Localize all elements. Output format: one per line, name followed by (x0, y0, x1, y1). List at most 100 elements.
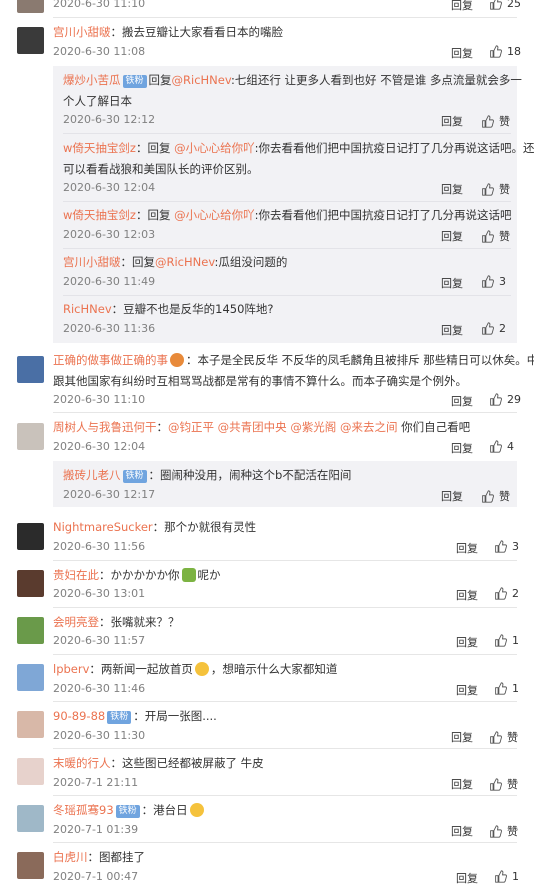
avatar[interactable] (17, 617, 44, 644)
like-button[interactable]: 3 (481, 275, 506, 288)
avatar[interactable] (17, 805, 44, 832)
username[interactable]: 正确的做事做正确的事 (53, 353, 168, 367)
mention-link[interactable]: @RicHNev (172, 73, 232, 87)
like-count: 赞 (499, 115, 510, 128)
comment-time: 2020-7-1 00:47 (53, 870, 139, 883)
username[interactable]: lpberv (53, 662, 89, 676)
comment-time: 2020-6-30 11:49 (63, 275, 156, 288)
comment-time: 2020-6-30 12:17 (63, 488, 156, 501)
like-button[interactable]: 赞 (489, 823, 518, 839)
reply-button[interactable]: 回复 (451, 823, 473, 839)
like-button[interactable]: 29 (489, 393, 521, 406)
avatar[interactable] (17, 0, 44, 13)
thumb-up-icon (490, 45, 502, 58)
mention-link[interactable]: @小心心给你吖 (174, 208, 255, 222)
like-button[interactable]: 1 (494, 682, 519, 695)
username[interactable]: 贵妇在此 (53, 568, 99, 582)
reply-button[interactable]: 回复 (451, 440, 473, 456)
reply-text: w倚天抽宝剑z：回复 @小心心给你吖:你去看看他们把中国抗疫日记打了几分再说这话… (63, 208, 512, 222)
username[interactable]: 周树人与我鲁迅何干 (53, 420, 157, 434)
like-button[interactable]: 赞 (489, 776, 518, 792)
mention-link[interactable]: @紫光阁 (290, 420, 336, 434)
like-button[interactable]: 3 (494, 540, 519, 553)
username[interactable]: 宫川小甜啵 (63, 255, 121, 269)
username[interactable]: 末暖的行人 (53, 756, 111, 770)
like-button[interactable]: 赞 (481, 181, 510, 197)
username[interactable]: w倚天抽宝剑z (63, 141, 136, 155)
like-count: 18 (507, 45, 521, 58)
avatar[interactable] (17, 356, 44, 383)
reply-button[interactable]: 回复 (441, 228, 463, 244)
username[interactable]: 会明亮登 (53, 615, 99, 629)
thumb-up-icon (495, 870, 507, 883)
username[interactable]: NightmareSucker (53, 520, 153, 534)
username[interactable]: 爆炒小苦瓜 (63, 73, 121, 87)
like-button[interactable]: 25 (489, 0, 521, 10)
like-button[interactable]: 2 (494, 587, 519, 600)
like-button[interactable]: 赞 (481, 113, 510, 129)
reply-button[interactable]: 回复 (441, 322, 463, 338)
like-button[interactable]: 2 (481, 322, 506, 335)
reply-button[interactable]: 回复 (456, 870, 478, 886)
avatar[interactable] (17, 423, 44, 450)
reply-button[interactable]: 回复 (456, 587, 478, 603)
like-button[interactable]: 1 (494, 870, 519, 883)
mention-link[interactable]: @小心心给你吖 (174, 141, 255, 155)
comment-text: 末暖的行人：这些图已经都被屏蔽了 牛皮 (53, 756, 264, 770)
like-count: 3 (512, 540, 519, 553)
reply-button[interactable]: 回复 (451, 0, 473, 13)
username[interactable]: RicHNev (63, 302, 112, 316)
like-button[interactable]: 赞 (481, 488, 510, 504)
reply-button[interactable]: 回复 (451, 729, 473, 745)
avatar[interactable] (17, 711, 44, 738)
avatar[interactable] (17, 27, 44, 54)
reply-button[interactable]: 回复 (456, 682, 478, 698)
mention-link[interactable]: @来去之间 (340, 420, 398, 434)
username[interactable]: w倚天抽宝剑z (63, 208, 136, 222)
like-button[interactable]: 4 (489, 440, 514, 453)
comment-text: 会明亮登：张嘴就来？？ (53, 615, 180, 629)
like-count: 赞 (499, 183, 510, 196)
reply-button[interactable]: 回复 (456, 540, 478, 556)
thumb-up-icon (490, 0, 502, 10)
divider (63, 248, 511, 249)
like-button[interactable]: 赞 (481, 228, 510, 244)
username[interactable]: 宫川小甜啵 (53, 25, 111, 39)
comment-time: 2020-6-30 11:56 (53, 540, 146, 553)
username[interactable]: 90-89-88 (53, 709, 105, 723)
reply-button[interactable]: 回复 (451, 776, 473, 792)
username[interactable]: 白虎川 (53, 850, 88, 864)
reply-button[interactable]: 回复 (441, 113, 463, 129)
username[interactable]: 冬瑶孤骞93 (53, 803, 114, 817)
reply-button[interactable]: 回复 (441, 488, 463, 504)
reply-button[interactable]: 回复 (441, 275, 463, 291)
thumb-up-icon (490, 393, 502, 406)
like-button[interactable]: 赞 (489, 729, 518, 745)
avatar[interactable] (17, 758, 44, 785)
like-button[interactable]: 1 (494, 634, 519, 647)
thumb-up-icon (482, 182, 494, 196)
avatar[interactable] (17, 852, 44, 879)
like-count: 4 (507, 440, 514, 453)
avatar[interactable] (17, 523, 44, 550)
mention-link[interactable]: @RicHNev (155, 255, 215, 269)
mention-link[interactable]: @钧正平 (168, 420, 214, 434)
reply-text-line2: 可以看看战狼和美国队长的评价区别。 (63, 162, 259, 176)
reply-button[interactable]: 回复 (441, 181, 463, 197)
like-count: 2 (512, 587, 519, 600)
comment-time: 2020-7-1 01:39 (53, 823, 139, 836)
comment-time: 2020-6-30 11:08 (53, 45, 146, 58)
reply-button[interactable]: 回复 (456, 634, 478, 650)
mention-link[interactable]: @共青团中央 (218, 420, 287, 434)
thumb-up-icon (482, 229, 494, 243)
comment-time: 2020-6-30 11:57 (53, 634, 146, 647)
avatar[interactable] (17, 570, 44, 597)
like-button[interactable]: 18 (489, 45, 521, 58)
username[interactable]: 搬砖儿老八 (63, 468, 121, 482)
avatar[interactable] (17, 664, 44, 691)
reply-text: 宫川小甜啵：回复@RicHNev:瓜组没问题的 (63, 255, 288, 269)
fan-badge: 铁粉 (107, 711, 132, 724)
reply-button[interactable]: 回复 (451, 45, 473, 61)
reply-button[interactable]: 回复 (451, 393, 473, 409)
reply-text: w倚天抽宝剑z：回复 @小心心给你吖:你去看看他们把中国抗疫日记打了几分再说这话… (63, 141, 534, 155)
